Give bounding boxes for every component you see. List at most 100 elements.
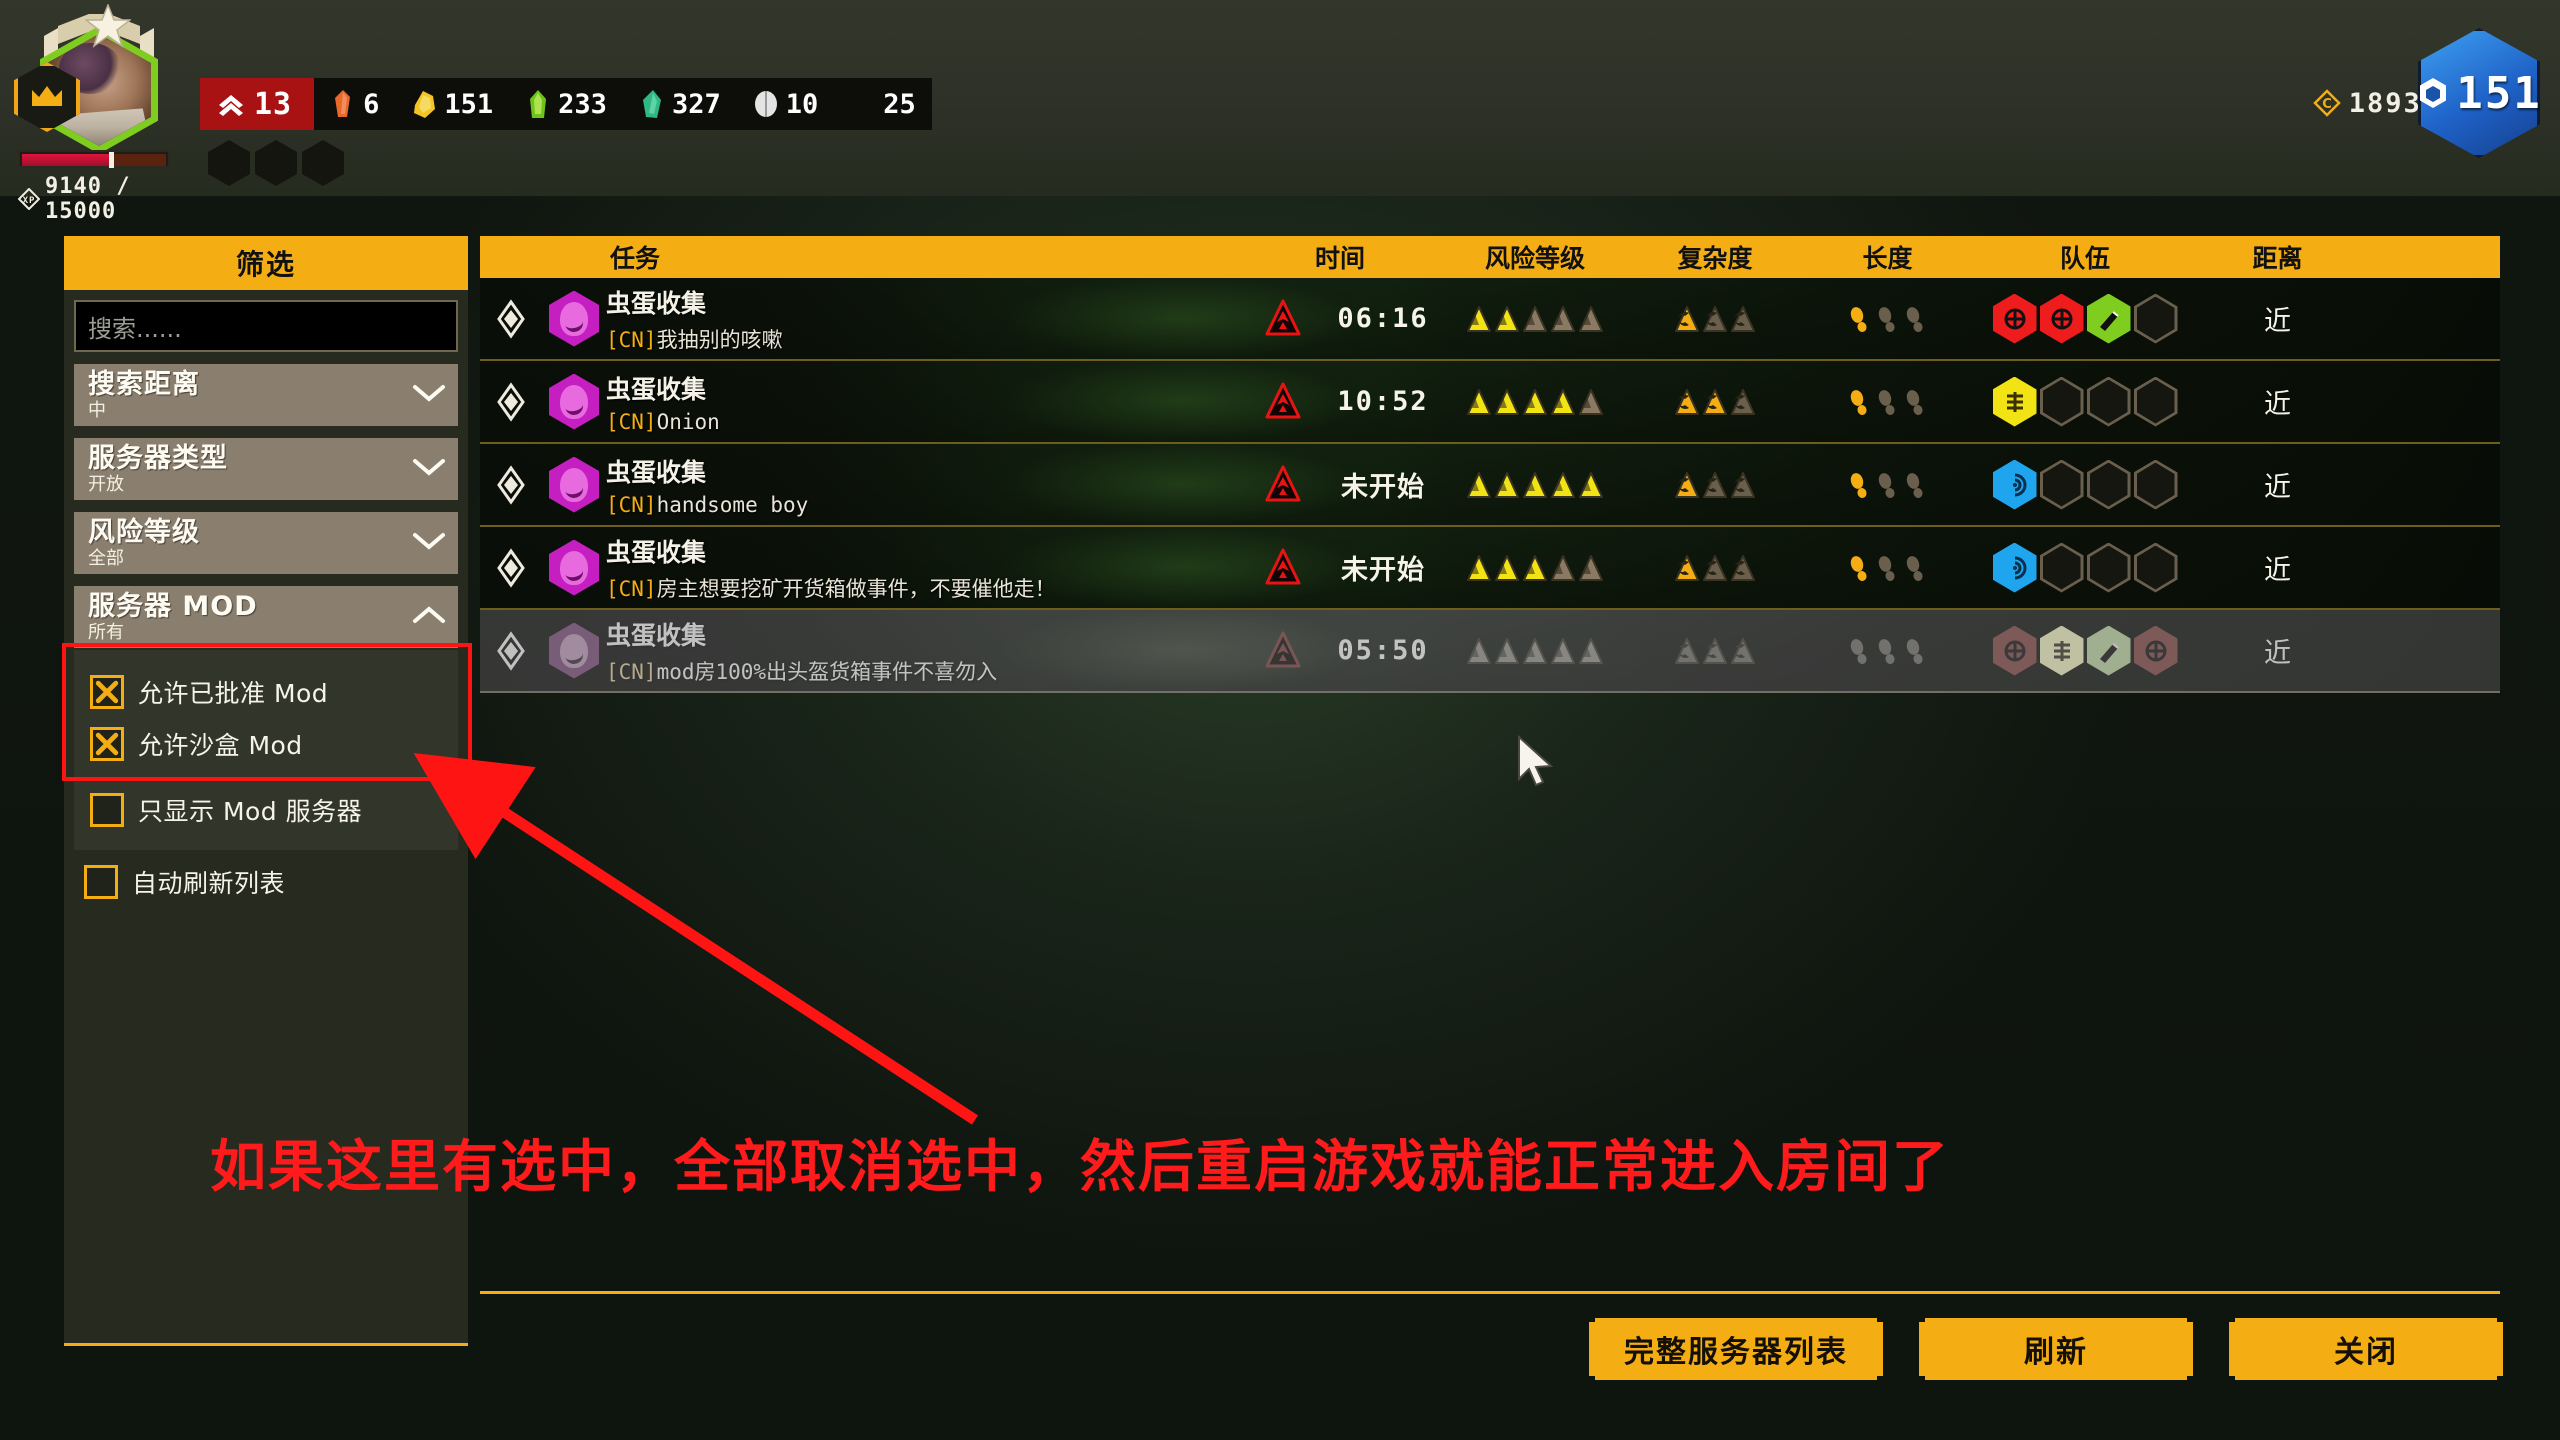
perk-slot[interactable] [208,140,250,186]
checkbox[interactable] [84,865,118,899]
hazard-warning [1240,298,1326,340]
resource-value: 151 [444,88,494,120]
search-input[interactable]: 搜索...... [74,300,458,352]
hazard-pip [1550,304,1576,334]
perk-slot[interactable] [302,140,344,186]
annotation-text: 如果这里有选中，全部取消选中，然后重启游戏就能正常进入房间了 [210,1135,1950,1200]
team-slot-empty [2039,376,2084,427]
team-roster [1975,459,2195,510]
chevron-down-icon[interactable] [412,457,446,481]
length-pip [1847,636,1873,666]
xp-icon: XP [18,188,40,210]
checkbox[interactable] [90,675,124,709]
header-time[interactable]: 时间 [1240,239,1440,275]
length-level [1800,387,1975,417]
team-slot-empty [2133,376,2178,427]
complexity-pip [1702,636,1728,666]
header-team[interactable]: 队伍 [1975,239,2195,275]
filter-dropdown-0[interactable]: 搜索距离中 [74,364,458,426]
mission-name: 虫蛋收集 [606,374,707,404]
mod-checkbox-row-1[interactable]: 允许沙盒 Mod [80,718,452,770]
complexity-pip [1702,304,1728,334]
filter-dropdown-2[interactable]: 风险等级 全部 [74,512,458,574]
distance: 近 [2264,555,2291,586]
egg-hunt-icon [549,539,599,596]
header-hazard[interactable]: 风险等级 [1440,239,1630,275]
resource-enor: 25 [834,89,932,120]
complexity-pip [1702,553,1728,583]
server-row[interactable]: 虫蛋收集 [CN]房主想要挖矿开货箱做事件，不要催他走！ 未开始 近 [480,527,2500,610]
mission-time: 05:50 [1337,635,1429,666]
xp-progress-bar [18,150,170,168]
auto-refresh-row[interactable]: 自动刷新列表 [74,856,458,908]
header-length[interactable]: 长度 [1800,239,1975,275]
jadiz-icon [639,89,665,119]
chevron-down-icon[interactable] [412,383,446,407]
mission-marker-icon [497,630,525,671]
mission-type-icon [542,539,606,596]
header-mission[interactable]: 任务 [480,239,1240,275]
refresh-button[interactable]: 刷新 [1925,1318,2187,1380]
length-level [1800,304,1975,334]
svg-text:XP: XP [23,196,36,206]
filter-dropdown-3[interactable]: 服务器 MOD 所有 [74,586,458,648]
game-screen: XP 9140 / 15000 13 6 151 233 327 10 25 C 189 [0,0,2560,1440]
header-complexity[interactable]: 复杂度 [1630,239,1800,275]
team-slot-empty [2133,293,2178,344]
mod-checkbox-row-2[interactable]: 只显示 Mod 服务器 [80,784,452,836]
player-avatar[interactable] [14,2,194,154]
mission-name: 虫蛋收集 [606,288,707,318]
hazard-pip [1522,470,1548,500]
complexity-level [1630,553,1800,583]
complexity-pip [1702,387,1728,417]
complexity-pip [1730,387,1756,417]
perk-slot[interactable] [255,140,297,186]
team-roster [1975,542,2195,593]
resource-items: 6 151 233 327 10 25 [314,89,932,120]
perk-points-value: 151 [2456,67,2542,119]
server-row[interactable]: 虫蛋收集 [CN]Onion 10:52 近 [480,361,2500,444]
mission-info: 虫蛋收集 [CN]mod房100%出头盔货箱事件不喜勿入 [606,616,1240,686]
close-button[interactable]: 关闭 [2235,1318,2497,1380]
server-row[interactable]: 虫蛋收集 [CN]mod房100%出头盔货箱事件不喜勿入 05:50 近 [480,610,2500,693]
complexity-pip [1674,470,1700,500]
hazard-pip [1578,636,1604,666]
team-slot-scout [2039,625,2084,676]
team-slot-driller [1992,293,2037,344]
mission-info: 虫蛋收集 [CN]我抽别的咳嗽 [606,284,1240,354]
hazard-pip [1466,304,1492,334]
server-row[interactable]: 虫蛋收集 [CN]handsome boy 未开始 近 [480,444,2500,527]
hazard-pip [1578,470,1604,500]
resource-magnite: 10 [737,89,835,120]
distance: 近 [2264,472,2291,503]
egg-hunt-icon [549,290,599,347]
hazard-warning-icon [1265,465,1301,501]
mission-marker-icon [497,547,525,588]
perk-points-badge[interactable]: 151 [2418,28,2540,158]
filter-dropdown-1[interactable]: 服务器类型 开放 [74,438,458,500]
mod-checkbox-row-0[interactable]: 允许已批准 Mod [80,666,452,718]
crown-icon [32,86,62,106]
header-distance[interactable]: 距离 [2195,239,2360,275]
server-row[interactable]: 虫蛋收集 [CN]我抽别的咳嗽 06:16 近 [480,278,2500,361]
magnite-icon [753,89,779,119]
footer-buttons: 完整服务器列表 刷新 关闭 [0,1318,2560,1388]
full-server-list-button[interactable]: 完整服务器列表 [1595,1318,1877,1380]
resource-bar: 13 6 151 233 327 10 25 [200,78,932,130]
length-pip [1847,553,1873,583]
egg-hunt-icon [549,622,599,679]
complexity-pip [1730,636,1756,666]
mission-marker-icon [497,381,525,422]
resource-jadiz: 327 [623,89,737,120]
checkbox[interactable] [90,793,124,827]
resource-umanite: 233 [509,89,623,120]
mission-time: 10:52 [1337,386,1429,417]
checkbox[interactable] [90,727,124,761]
chevron-down-icon[interactable] [412,531,446,555]
chevron-up-icon[interactable] [412,605,446,629]
hazard-warning-icon [1265,631,1301,667]
mission-info: 虫蛋收集 [CN]handsome boy [606,453,1240,517]
mission-name: 虫蛋收集 [606,537,707,567]
team-slot-gunner [1992,542,2037,593]
complexity-pip [1674,553,1700,583]
